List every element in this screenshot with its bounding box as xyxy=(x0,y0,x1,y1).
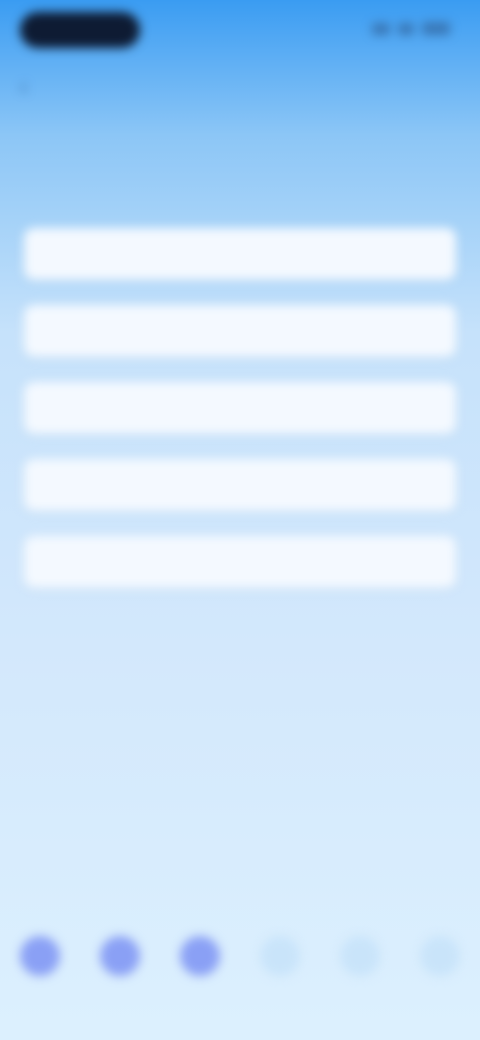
answer-option-1[interactable] xyxy=(24,228,456,280)
nav-icon xyxy=(180,936,220,976)
chevron-left-icon: ‹ xyxy=(20,74,28,99)
nav-icon xyxy=(100,936,140,976)
answer-option-4[interactable] xyxy=(24,459,456,511)
battery-icon xyxy=(422,22,450,35)
nav-item-1[interactable] xyxy=(0,936,80,988)
app-screen: ‹ xyxy=(0,0,480,1040)
answer-option-2[interactable] xyxy=(24,305,456,357)
nav-icon xyxy=(20,936,60,976)
status-icons xyxy=(372,22,450,35)
back-button[interactable]: ‹ xyxy=(20,74,52,100)
bottom-nav xyxy=(0,920,480,1030)
nav-icon xyxy=(260,936,300,976)
answer-option-3[interactable] xyxy=(24,382,456,434)
nav-item-5[interactable] xyxy=(320,936,400,988)
status-bar xyxy=(0,0,480,64)
nav-item-4[interactable] xyxy=(240,936,320,988)
nav-item-3[interactable] xyxy=(160,936,240,988)
nav-icon xyxy=(420,936,460,976)
nav-item-6[interactable] xyxy=(400,936,480,988)
nav-icon xyxy=(340,936,380,976)
answer-option-5[interactable] xyxy=(24,536,456,588)
answer-options xyxy=(24,228,456,613)
status-time xyxy=(20,12,140,48)
signal-icon xyxy=(372,22,390,35)
wifi-icon xyxy=(398,22,414,35)
nav-item-2[interactable] xyxy=(80,936,160,988)
